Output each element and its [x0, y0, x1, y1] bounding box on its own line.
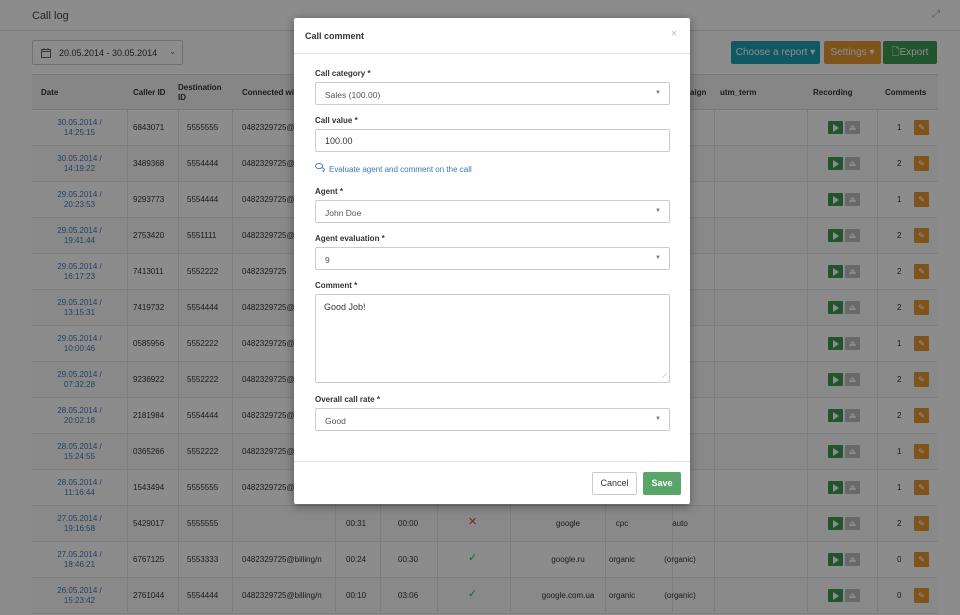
- call-category-value: Sales (100.00): [325, 90, 381, 100]
- overall-call-rate-value: Good: [325, 416, 346, 426]
- comments-icon: [315, 162, 325, 172]
- call-category-select[interactable]: Sales (100.00) ▼: [315, 82, 670, 105]
- agent-evaluation-select[interactable]: 9 ▼: [315, 247, 670, 270]
- comment-label: Comment *: [315, 281, 358, 290]
- caret-down-icon: ▼: [655, 416, 661, 422]
- agent-label: Agent *: [315, 187, 343, 196]
- call-comment-modal: Call comment × Call category * Sales (10…: [294, 18, 690, 504]
- call-value-label: Call value *: [315, 116, 358, 125]
- caret-down-icon: ▼: [655, 255, 661, 261]
- cancel-button[interactable]: Cancel: [592, 472, 637, 495]
- close-icon[interactable]: ×: [668, 28, 680, 40]
- agent-value: John Doe: [325, 208, 362, 218]
- modal-header: Call comment ×: [294, 18, 690, 54]
- overall-call-rate-select[interactable]: Good ▼: [315, 408, 670, 431]
- caret-down-icon: ▼: [655, 90, 661, 96]
- call-value-value: 100.00: [325, 136, 353, 146]
- comment-textarea[interactable]: Good Job! ⟋: [315, 294, 670, 383]
- modal-footer: Cancel Save: [294, 461, 690, 504]
- agent-evaluation-value: 9: [325, 255, 330, 265]
- save-button[interactable]: Save: [643, 472, 681, 495]
- comment-value: Good Job!: [324, 302, 366, 312]
- agent-select[interactable]: John Doe ▼: [315, 200, 670, 223]
- call-category-label: Call category *: [315, 69, 371, 78]
- modal-title: Call comment: [305, 31, 365, 41]
- evaluate-agent-link[interactable]: Evaluate agent and comment on the call: [315, 162, 472, 174]
- evaluate-link-text: Evaluate agent and comment on the call: [329, 165, 472, 174]
- overall-call-rate-label: Overall call rate *: [315, 395, 380, 404]
- agent-evaluation-label: Agent evaluation *: [315, 234, 385, 243]
- resize-grip-icon[interactable]: ⟋: [662, 373, 667, 381]
- call-value-input[interactable]: 100.00: [315, 129, 670, 152]
- caret-down-icon: ▼: [655, 208, 661, 214]
